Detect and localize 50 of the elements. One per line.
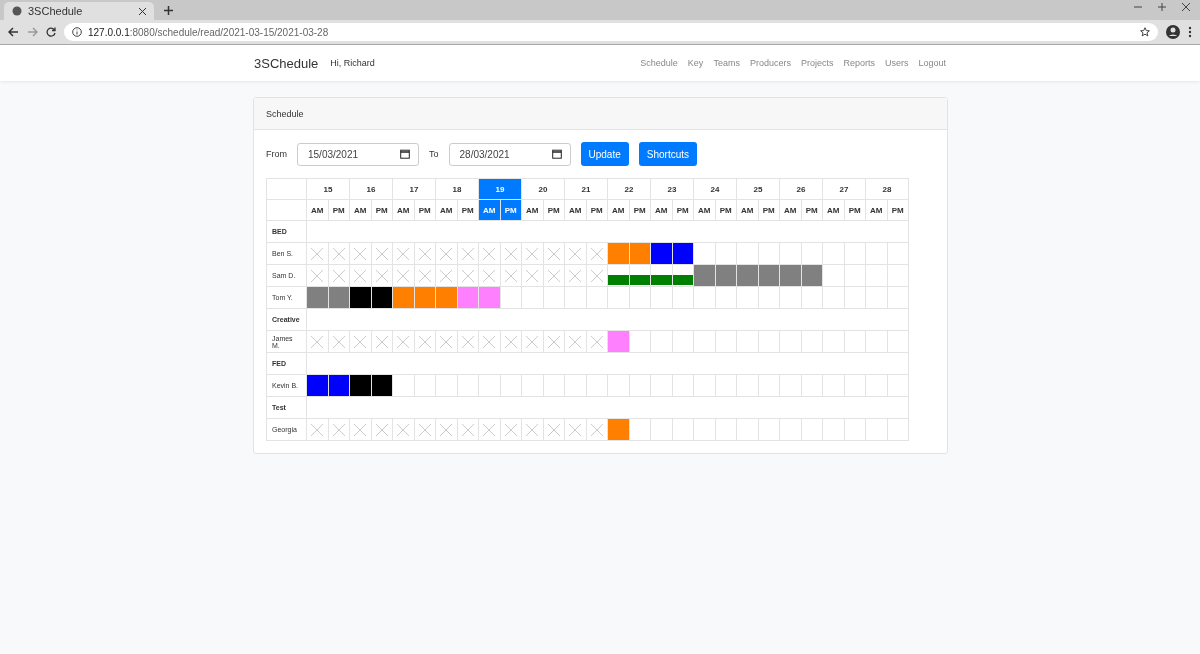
from-date-field[interactable]: 15/03/2021 [297, 142, 419, 166]
account-icon[interactable] [1166, 25, 1180, 39]
to-date-field[interactable]: 28/03/2021 [448, 142, 571, 166]
day-header: 18 [435, 178, 479, 200]
url-text: 127.0.0.1:8080/schedule/read/2021-03-15/2021-03-28 [88, 26, 330, 38]
nav-link[interactable]: Key [687, 58, 704, 68]
day-header: 28 [865, 178, 909, 200]
day-header: 19 [478, 178, 522, 200]
close-icon[interactable] [1182, 3, 1190, 11]
forward-icon[interactable] [27, 27, 38, 37]
maximize-icon[interactable] [1158, 3, 1166, 11]
star-icon[interactable] [1140, 27, 1150, 37]
update-button[interactable]: Update [580, 142, 629, 166]
nav-link[interactable]: Reports [843, 58, 875, 68]
calendar-icon[interactable] [551, 149, 562, 159]
nav-link[interactable]: Logout [918, 58, 946, 68]
to-label: To [429, 149, 439, 159]
day-header: 27 [822, 178, 866, 200]
tab-title: 3SChedule [28, 5, 84, 17]
day-header: 20 [521, 178, 565, 200]
day-header: 16 [349, 178, 393, 200]
nav-link[interactable]: Projects [800, 58, 834, 68]
day-header: 22 [607, 178, 651, 200]
shortcuts-button[interactable]: Shortcuts [638, 142, 697, 166]
globe-icon [12, 6, 22, 16]
minimize-icon[interactable] [1134, 3, 1142, 11]
brand-name[interactable]: 3SChedule [254, 55, 319, 71]
nav-link[interactable]: Producers [749, 58, 791, 68]
nav-link[interactable]: Users [884, 58, 909, 68]
day-header: 26 [779, 178, 823, 200]
day-header: 21 [564, 178, 608, 200]
browser-tab[interactable]: 3SChedule [4, 2, 154, 20]
day-header: 15 [306, 178, 350, 200]
day-header: 25 [736, 178, 780, 200]
new-tab-icon[interactable] [164, 6, 173, 15]
back-icon[interactable] [8, 27, 19, 37]
calendar-icon[interactable] [400, 149, 410, 159]
greeting-text: Hi, Richard [330, 58, 376, 68]
card-title: Schedule [254, 98, 947, 130]
day-header: 23 [650, 178, 694, 200]
reload-icon[interactable] [46, 27, 56, 37]
from-label: From [266, 149, 287, 159]
day-header: 24 [693, 178, 737, 200]
close-icon[interactable] [139, 7, 146, 15]
info-icon [72, 27, 82, 37]
address-bar[interactable]: 127.0.0.1:8080/schedule/read/2021-03-15/2021-03-28 [64, 23, 1158, 41]
nav-link[interactable]: Teams [713, 58, 740, 68]
menu-icon[interactable] [1188, 26, 1192, 38]
day-header: 17 [392, 178, 436, 200]
nav-link[interactable]: Schedule [640, 58, 678, 68]
